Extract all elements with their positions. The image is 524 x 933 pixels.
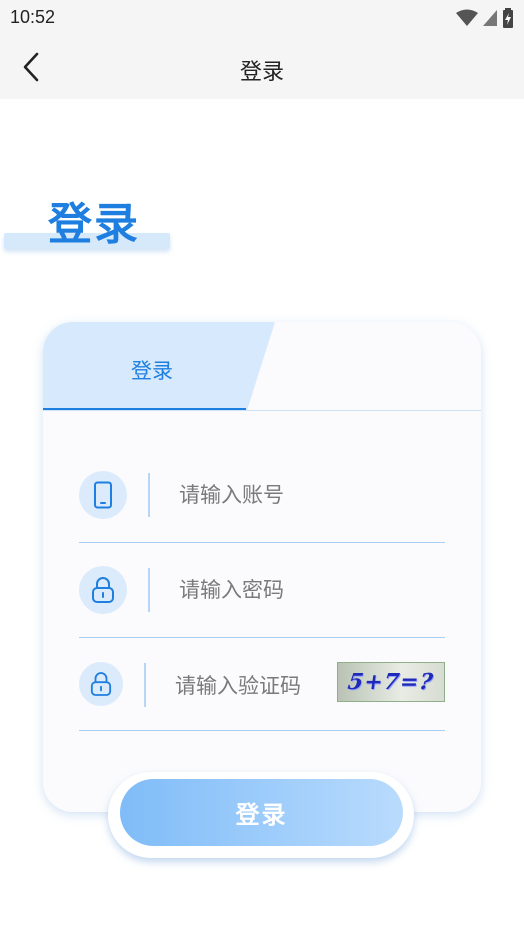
captcha-text: 5+7=? xyxy=(346,669,436,695)
login-card: 登录 请输入账号 请输入验证码 5+7=? xyxy=(43,322,481,812)
login-button[interactable]: 登录 xyxy=(120,779,403,846)
tab-login[interactable]: 登录 xyxy=(43,355,261,385)
account-input[interactable] xyxy=(179,475,439,515)
phone-icon xyxy=(94,481,112,509)
captcha-field: 5+7=? xyxy=(79,660,445,732)
account-field xyxy=(79,470,445,544)
hero-title: 登录 xyxy=(48,199,140,250)
password-icon-circle xyxy=(79,566,127,614)
app-bar: 登录 xyxy=(0,36,524,99)
status-icons xyxy=(456,7,514,29)
tab-divider xyxy=(43,410,481,411)
password-underline xyxy=(79,637,445,638)
account-underline xyxy=(79,542,445,543)
status-bar: 10:52 xyxy=(0,0,524,36)
lock-icon xyxy=(90,672,112,696)
signal-icon xyxy=(483,10,497,26)
status-time: 10:52 xyxy=(10,7,56,27)
login-screen: 10:52 登录 登录 登录 请输入账号 请输入验证码 5+7=? 登录 xyxy=(0,0,524,933)
lock-icon xyxy=(92,577,114,603)
password-separator xyxy=(148,568,150,612)
battery-charging-icon xyxy=(503,8,513,28)
login-button-label: 登录 xyxy=(235,802,288,829)
captcha-image[interactable]: 5+7=? xyxy=(337,662,445,702)
page-title: 登录 xyxy=(239,60,284,85)
password-input[interactable] xyxy=(179,570,439,610)
captcha-separator xyxy=(144,663,146,707)
captcha-icon-circle xyxy=(79,662,123,706)
account-icon-circle xyxy=(79,471,127,519)
captcha-underline xyxy=(79,730,445,731)
password-field xyxy=(79,565,445,639)
captcha-input[interactable] xyxy=(175,666,330,706)
wifi-icon xyxy=(456,9,478,26)
account-separator xyxy=(148,473,150,517)
tab-strip: 登录 xyxy=(43,322,481,411)
